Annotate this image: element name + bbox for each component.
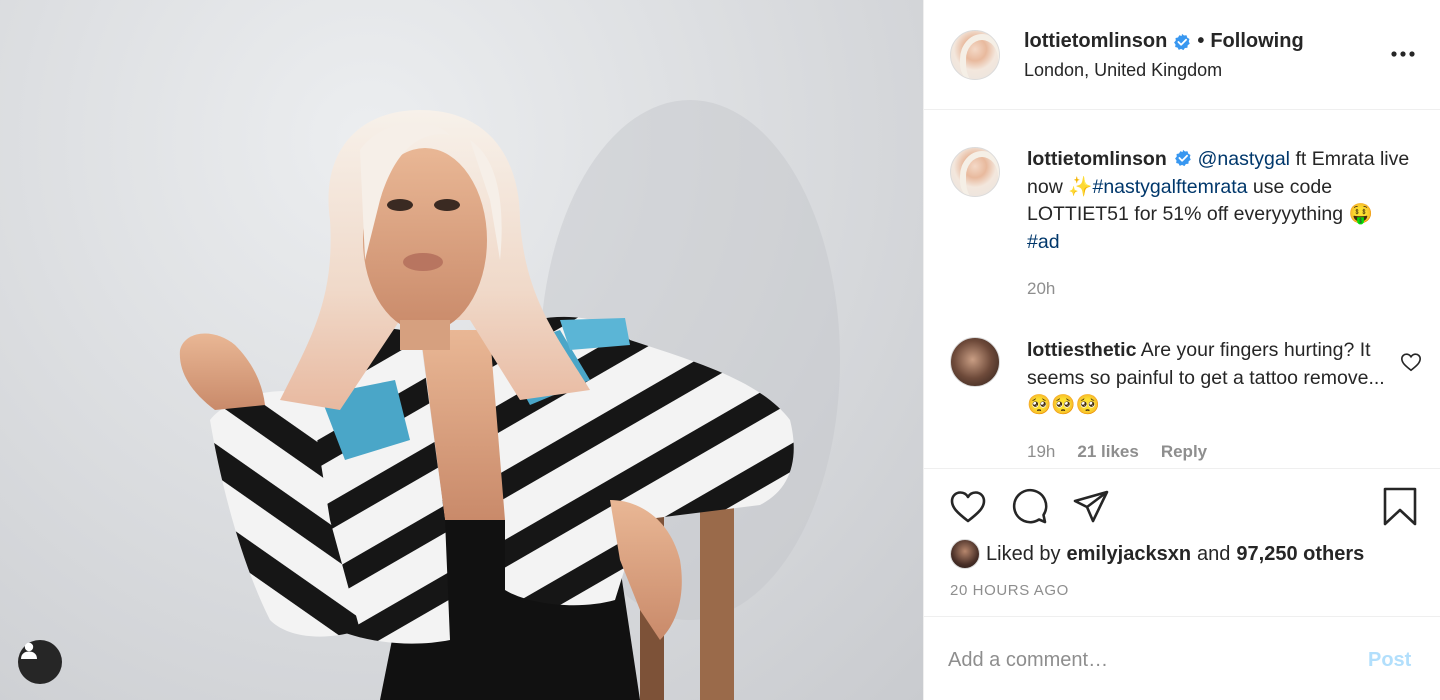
liker-username[interactable]: emilyjacksxn [1067, 543, 1192, 566]
bookmark-icon[interactable] [1380, 487, 1420, 527]
paper-plane-icon[interactable] [1071, 487, 1111, 527]
following-button[interactable]: Following [1210, 30, 1303, 53]
author-avatar[interactable] [950, 30, 1000, 80]
comment-icon[interactable] [1010, 487, 1050, 527]
caption-text: lottietomlinson @nastygal ft Emrata live… [1027, 146, 1419, 256]
caption-username[interactable]: lottietomlinson [1027, 148, 1167, 170]
pleading-emoji: 🥺🥺🥺 [1027, 394, 1100, 416]
caption-time[interactable]: 20h [1027, 279, 1055, 299]
hashtag-ad-link[interactable]: #ad [1027, 231, 1060, 253]
commenter-avatar[interactable] [950, 337, 1000, 387]
comments-list[interactable]: lottietomlinson @nastygal ft Emrata live… [924, 111, 1440, 467]
user-icon [21, 642, 37, 659]
hashtag-link[interactable]: #nastygalftemrata [1092, 176, 1247, 198]
post-location[interactable]: London, United Kingdom [1024, 60, 1222, 81]
likes-and: and [1197, 542, 1231, 565]
post-timestamp[interactable]: 20 HOURS AGO [950, 582, 1069, 599]
reply-button[interactable]: Reply [1161, 442, 1207, 462]
post-photo-illustration [179, 100, 840, 700]
caption-author-avatar[interactable] [950, 147, 1000, 197]
likes-others[interactable]: 97,250 others [1236, 543, 1364, 566]
verified-badge-icon [1175, 149, 1191, 167]
comment-like-heart-icon[interactable] [1400, 351, 1422, 373]
heart-icon[interactable] [948, 487, 988, 527]
liker-avatar[interactable] [950, 539, 980, 569]
add-comment-input[interactable] [948, 645, 1348, 675]
separator-dot: • [1197, 30, 1205, 52]
commenter-username[interactable]: lottiesthetic [1027, 339, 1136, 361]
money-mouth-emoji: 🤑 [1348, 203, 1373, 225]
mention-link[interactable]: @nastygal [1198, 148, 1290, 170]
comment-likes[interactable]: 21 likes [1077, 442, 1138, 462]
tagged-users-button[interactable] [18, 640, 62, 684]
caption-meta: 20h [1027, 279, 1055, 299]
post-side-panel: lottietomlinson • Following London, Unit… [923, 0, 1440, 700]
author-line: lottietomlinson • Following [1024, 30, 1304, 53]
post-actions: Liked by emilyjacksxn and 97,250 others … [924, 468, 1440, 616]
post-photo[interactable] [0, 0, 923, 700]
verified-badge-icon [1174, 33, 1191, 50]
more-options-button[interactable] [1388, 42, 1418, 66]
comment-text: lottiesthetic Are your fingers hurting? … [1027, 337, 1387, 420]
likes-summary: Liked by emilyjacksxn and 97,250 others [950, 539, 1364, 569]
post-comment-button[interactable]: Post [1368, 649, 1411, 672]
liked-by-prefix: Liked by [986, 542, 1061, 565]
more-options-icon [1391, 51, 1415, 57]
comment-time[interactable]: 19h [1027, 442, 1055, 462]
sparkle-emoji: ✨ [1068, 175, 1093, 198]
author-username[interactable]: lottietomlinson [1024, 30, 1167, 53]
comment-composer: Post [924, 616, 1440, 700]
comment-meta: 19h 21 likes Reply [1027, 442, 1207, 462]
post-header: lottietomlinson • Following London, Unit… [924, 0, 1440, 110]
